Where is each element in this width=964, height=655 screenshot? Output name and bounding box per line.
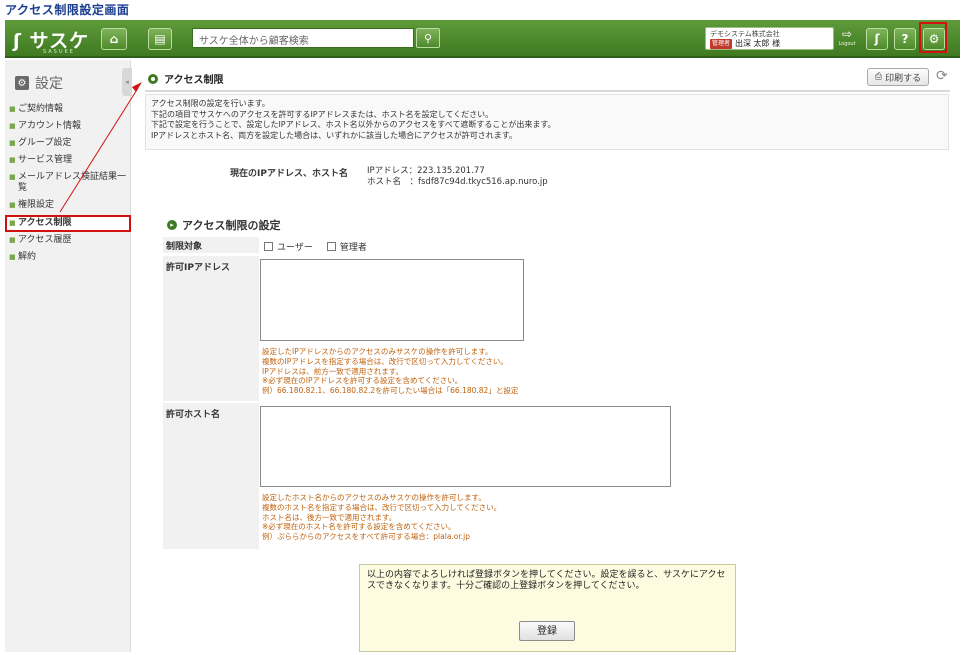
chat-icon: ▤ [154,32,166,46]
sidebar-item-contract[interactable]: ■ ご契約情報 [9,101,127,118]
sidebar-title-text: 設定 [35,76,63,92]
section-circle-icon [148,73,158,84]
sidebar-menu: ■ ご契約情報 ■ アカウント情報 ■ グループ設定 ■ サービス管理 ■ メールアドレス… [5,101,131,266]
sidebar-collapse-toggle[interactable]: ◂ [122,68,132,96]
confirm-text: 以上の内容でよろしければ登録ボタンを押してください。設定を誤ると、サスケにアクセ… [367,570,726,591]
user-info[interactable]: デモシステム株式会社 管理者 出深 太郎 様 [705,27,834,50]
sidebar-item-email-verify[interactable]: ■ メールアドレス検証結果一覧 [9,169,127,197]
sidebar-item-access-restriction[interactable]: ■ アクセス制限 [5,215,131,232]
register-button[interactable]: 登録 [519,621,575,641]
section-title: アクセス制限 [148,71,224,86]
bullet-icon: ■ [9,105,16,113]
search-button[interactable]: ⚲ [416,28,440,48]
current-address-label: 現在のIPアドレス、ホスト名 [230,169,348,179]
section-divider [145,90,950,92]
settings-title: ▸ アクセス制限の設定 [167,217,280,233]
target-user-checkbox[interactable]: ユーザー [264,240,313,253]
target-checkboxes: ユーザー 管理者 [264,240,367,253]
allowed-host-textarea[interactable] [260,406,671,487]
description-box: アクセス制限の設定を行います。 下記の項目でサスケへのアクセスを許可するIPアド… [145,94,949,150]
print-button[interactable]: ⎙ 印刷する [867,68,929,86]
sidebar-item-account[interactable]: ■ アカウント情報 [9,118,127,135]
logout-button[interactable]: ⇨ Logout [837,27,857,50]
home-icon: ⌂ [109,32,119,46]
message-button[interactable]: ▤ [148,28,172,50]
arrow-right-icon: ▸ [167,220,177,230]
host-label-cell: 許可ホスト名 [163,403,259,549]
logout-label: Logout [838,41,856,47]
printer-icon: ⎙ [874,72,883,82]
logo-subtext: SASUKE [43,49,75,55]
bullet-icon: ■ [9,156,16,164]
sidebar-item-group[interactable]: ■ グループ設定 [9,135,127,152]
chevron-left-icon: ◂ [125,78,129,86]
sidebar-item-permissions[interactable]: ■ 権限設定 [9,197,127,214]
sasuke-glyph-icon: ʃ [874,32,880,46]
logout-icon: ⇨ [841,27,853,41]
search-icon: ⚲ [423,31,433,45]
search-placeholder: サスケ全体から顧客検索 [199,36,309,47]
bullet-icon: ■ [9,201,16,209]
checkbox-icon [326,242,336,251]
app-header: ʃ サスケ SASUKE ⌂ ▤ サスケ全体から顧客検索 ⚲ デモシステム株式会… [5,20,960,58]
sidebar: ⚙ 設定 ◂ ■ ご契約情報 ■ アカウント情報 ■ グループ設定 ■ サービス管理 ■… [5,60,132,652]
ip-notes: 設定したIPアドレスからのアクセスのみサスケの操作を許可します。 複数のIPアド… [262,347,519,396]
user-name: 出深 太郎 様 [735,39,781,48]
bullet-icon: ■ [9,173,16,181]
sidebar-item-cancel[interactable]: ■ 解約 [9,249,127,266]
settings-highlight [919,22,947,53]
company-name: デモシステム株式会社 [710,30,780,38]
host-notes: 設定したホスト名からのアクセスのみサスケの操作を許可します。 複数のホスト名を指… [262,493,502,542]
bullet-icon: ■ [9,236,16,244]
sidebar-item-access-history[interactable]: ■ アクセス履歴 [9,232,127,249]
help-icon: ? [901,32,909,46]
refresh-icon[interactable]: ⟳ [936,68,948,84]
page-caption: アクセス制限設定画面 [5,3,130,17]
role-badge: 管理者 [710,39,733,49]
target-admin-checkbox[interactable]: 管理者 [326,240,367,253]
ip-label-cell: 許可IPアドレス [163,256,259,401]
checkbox-icon [264,242,273,251]
sidebar-item-service[interactable]: ■ サービス管理 [9,152,127,169]
home-button[interactable]: ⌂ [101,28,127,50]
sidebar-title: ⚙ 設定 [15,73,63,93]
bullet-icon: ■ [9,253,16,261]
sasuke-menu-button[interactable]: ʃ [866,28,888,50]
current-address-value: IPアドレス：223.135.201.77 ホスト名 ：fsdf87c94d.t… [367,166,548,187]
annotation-arrowhead [132,82,142,92]
bullet-icon: ■ [9,219,16,227]
search-input[interactable]: サスケ全体から顧客検索 [192,28,414,48]
settings-gear-icon: ⚙ [15,76,29,90]
bullet-icon: ■ [9,139,16,147]
logo-glyph-icon: ʃ [13,30,22,52]
allowed-ip-textarea[interactable] [260,259,524,341]
confirm-box: 以上の内容でよろしければ登録ボタンを押してください。設定を誤ると、サスケにアクセ… [359,564,736,652]
target-label-cell: 制限対象 [163,237,259,253]
help-button[interactable]: ? [894,28,916,50]
bullet-icon: ■ [9,122,16,130]
